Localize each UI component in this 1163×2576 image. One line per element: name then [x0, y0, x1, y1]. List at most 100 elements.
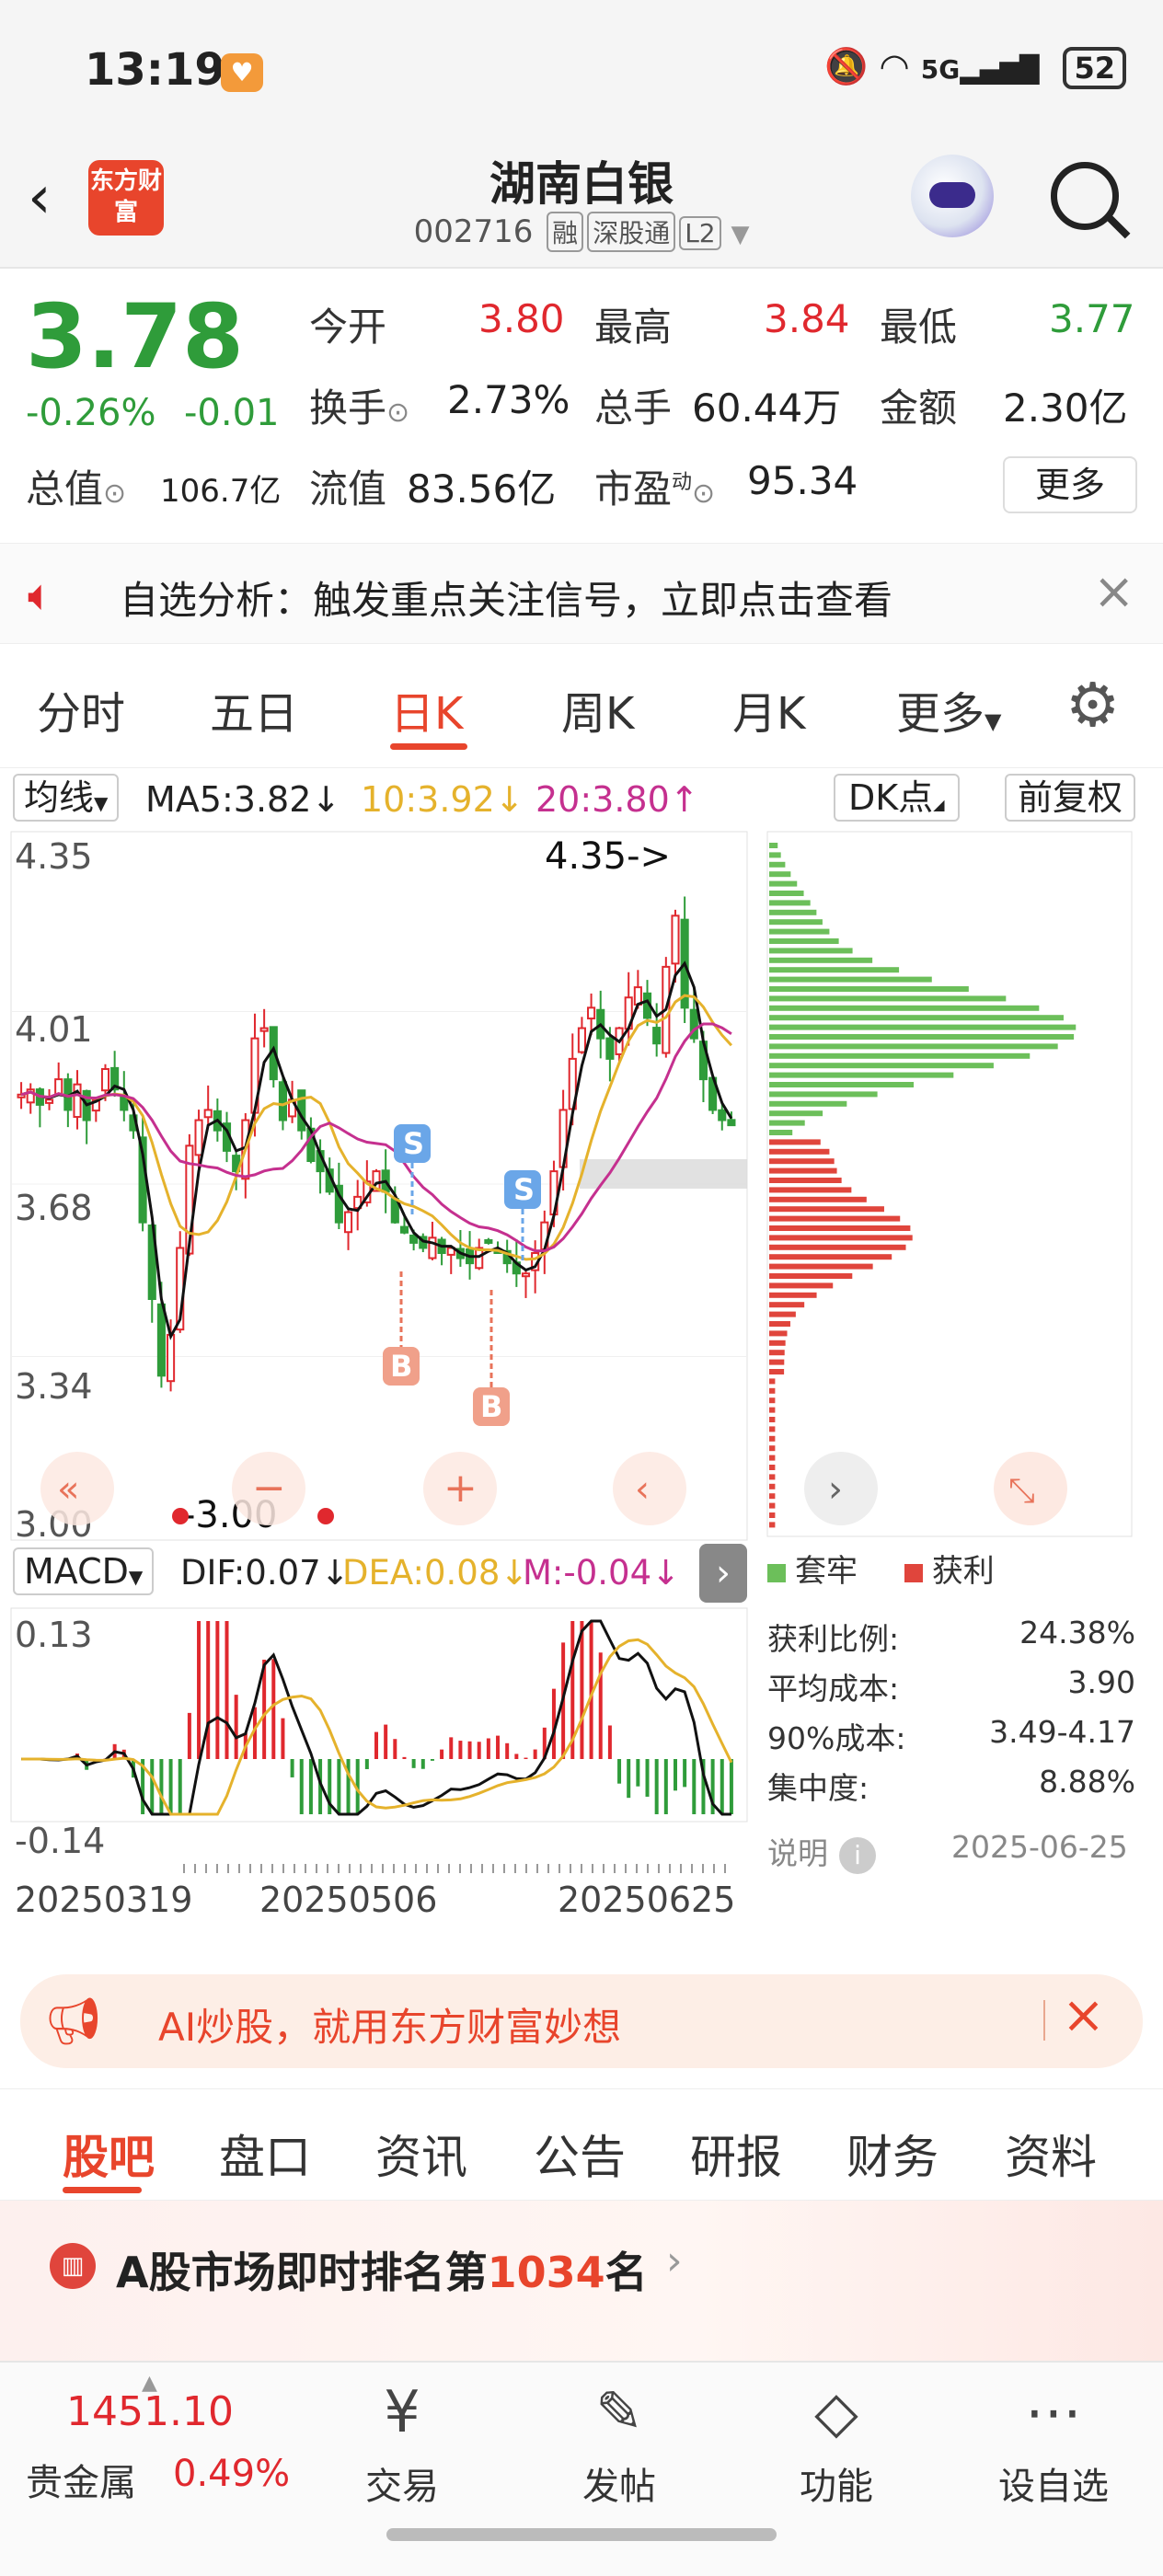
market-ranking[interactable]: ▥ A股市场即时排名第1034名 › — [0, 2201, 1163, 2363]
chip-bar — [769, 1139, 821, 1145]
step-left-button[interactable]: ‹ — [613, 1452, 686, 1525]
candle-body — [100, 1068, 110, 1092]
chip-bar — [769, 1043, 1058, 1050]
signal-label: S — [403, 1126, 424, 1161]
caret-down-icon: ▼ — [94, 792, 109, 814]
chip-help-link[interactable]: 说明 i — [767, 1829, 876, 1874]
app-logo[interactable]: 东方财富 — [88, 160, 164, 236]
tab-more[interactable]: 更多▼ — [896, 677, 1001, 742]
chip-value: 8.88% — [1039, 1764, 1135, 1800]
ma10-value: 10:3.92↓ — [361, 779, 524, 820]
expand-icon[interactable]: ⤡ — [994, 1452, 1067, 1525]
step-right-button[interactable]: › — [804, 1452, 878, 1525]
tag-margin: 融 — [547, 212, 584, 252]
chip-bar — [769, 1426, 776, 1432]
zoom-out-button[interactable]: − — [232, 1452, 305, 1525]
open-label: 今开 — [309, 305, 387, 350]
chip-value: 3.90 — [1067, 1664, 1135, 1700]
app-badge-icon: ♥ — [221, 53, 263, 92]
close-icon[interactable]: × — [1093, 562, 1134, 620]
chip-bar — [769, 1512, 776, 1518]
candle-body — [194, 1119, 203, 1156]
chip-row: 90%成本: 3.49-4.17 — [767, 1714, 1135, 1764]
dk-point-button[interactable]: DK点◢ — [834, 774, 960, 822]
nav-trade[interactable]: ¥ 交易 — [333, 2375, 471, 2510]
nav-add-watchlist[interactable]: ⋯ 设自选 — [985, 2375, 1123, 2510]
info-icon: ⊙ — [692, 477, 716, 510]
chip-bar — [769, 1387, 776, 1394]
chip-bar — [769, 861, 786, 868]
chip-bar — [769, 1455, 776, 1461]
nav-label: 交易 — [365, 2466, 439, 2508]
battery-icon: 52 — [1063, 47, 1126, 89]
speaker-icon: 🔈︎ — [28, 569, 54, 621]
candle-body — [203, 1109, 213, 1119]
chip-value: 3.49-4.17 — [989, 1714, 1135, 1750]
adjust-button[interactable]: 前复权 — [1005, 774, 1136, 822]
nav-label: 功能 — [800, 2466, 873, 2508]
tab-weekly-k[interactable]: 周K — [561, 677, 634, 742]
tab-forum[interactable]: 股吧 — [63, 2121, 155, 2187]
tab-finance[interactable]: 财务 — [846, 2121, 938, 2187]
ranking-text: A股市场即时排名第1034名 — [116, 2239, 648, 2300]
chip-bar — [769, 1407, 776, 1413]
macd-select[interactable]: MACD▼ — [13, 1547, 155, 1595]
chip-bar — [769, 1445, 776, 1452]
edit-icon: ✎ — [595, 2378, 643, 2445]
sector-index-name[interactable]: 贵金属 — [26, 2453, 136, 2506]
change-percent: -0.26% — [26, 392, 156, 434]
tag-connect: 深股通 — [587, 212, 676, 252]
home-indicator — [386, 2528, 777, 2541]
chip-bar — [769, 1263, 873, 1270]
ai-banner[interactable]: 📢︎ AI炒股，就用东方财富妙想 × — [20, 1974, 1143, 2068]
chip-bar — [769, 1015, 1064, 1021]
tab-intraday[interactable]: 分时 — [37, 677, 125, 742]
chip-bar — [769, 957, 873, 963]
chip-bar — [769, 938, 839, 944]
tab-five-day[interactable]: 五日 — [210, 677, 298, 742]
tab-orderbook[interactable]: 盘口 — [219, 2121, 311, 2187]
chip-bar — [769, 995, 1007, 1002]
candle-body — [259, 1027, 269, 1032]
y-tick: 4.35 — [15, 836, 93, 877]
content-tabs: 股吧 盘口 资讯 公告 研报 财务 资料 — [0, 2088, 1163, 2201]
chip-label: 平均成本: — [767, 1671, 900, 1707]
back-icon[interactable]: ‹ — [28, 164, 52, 232]
nav-functions[interactable]: ◇ 功能 — [767, 2375, 905, 2510]
gear-icon[interactable]: ⚙ — [1065, 670, 1120, 741]
candle-body — [73, 1083, 82, 1119]
candle-body — [727, 1119, 736, 1127]
tab-monthly-k[interactable]: 月K — [732, 677, 805, 742]
tab-research[interactable]: 研报 — [690, 2121, 782, 2187]
x-tick: 20250625 — [558, 1880, 735, 1920]
tab-profile[interactable]: 资料 — [1005, 2121, 1097, 2187]
caret-down-icon: ▼ — [731, 221, 750, 248]
candle-body — [278, 1081, 287, 1121]
stock-code-row[interactable]: 002716 融深股通 L2 ▼ — [0, 212, 1163, 252]
change-amount: -0.01 — [184, 392, 280, 434]
tab-announcements[interactable]: 公告 — [534, 2121, 626, 2187]
mktcap-value: 106.7亿 — [160, 473, 282, 510]
candle-body — [409, 1234, 419, 1244]
more-quote-button[interactable]: 更多 — [1003, 456, 1137, 513]
pe-value: 95.34 — [747, 458, 858, 503]
chevron-right-icon[interactable]: › — [699, 1544, 747, 1603]
tab-news[interactable]: 资讯 — [375, 2121, 467, 2187]
mktcap-label-text: 总值 — [26, 466, 104, 512]
megaphone-icon: 📢︎ — [44, 1995, 103, 2048]
sector-index-value[interactable]: 1451.10 — [66, 2388, 234, 2435]
scroll-left-button[interactable]: « — [40, 1452, 114, 1525]
svg-text:⤡: ⤡ — [1008, 1472, 1035, 1510]
analysis-notice[interactable]: 🔈︎ 自选分析：触发重点关注信号，立即点击查看 × — [0, 543, 1163, 644]
wifi-icon: ◠ — [879, 46, 910, 86]
chip-bar — [769, 1082, 915, 1087]
ma-select[interactable]: 均线▼ — [13, 774, 120, 822]
chip-bar — [769, 1091, 878, 1098]
y-tick: 3.34 — [15, 1366, 93, 1407]
zoom-in-button[interactable]: + — [423, 1452, 497, 1525]
candle-body — [156, 1303, 166, 1377]
close-icon[interactable]: × — [1062, 1985, 1105, 2045]
nav-post[interactable]: ✎ 发帖 — [550, 2375, 688, 2510]
chip-bar — [769, 1130, 793, 1135]
tab-daily-k[interactable]: 日K — [390, 677, 463, 742]
